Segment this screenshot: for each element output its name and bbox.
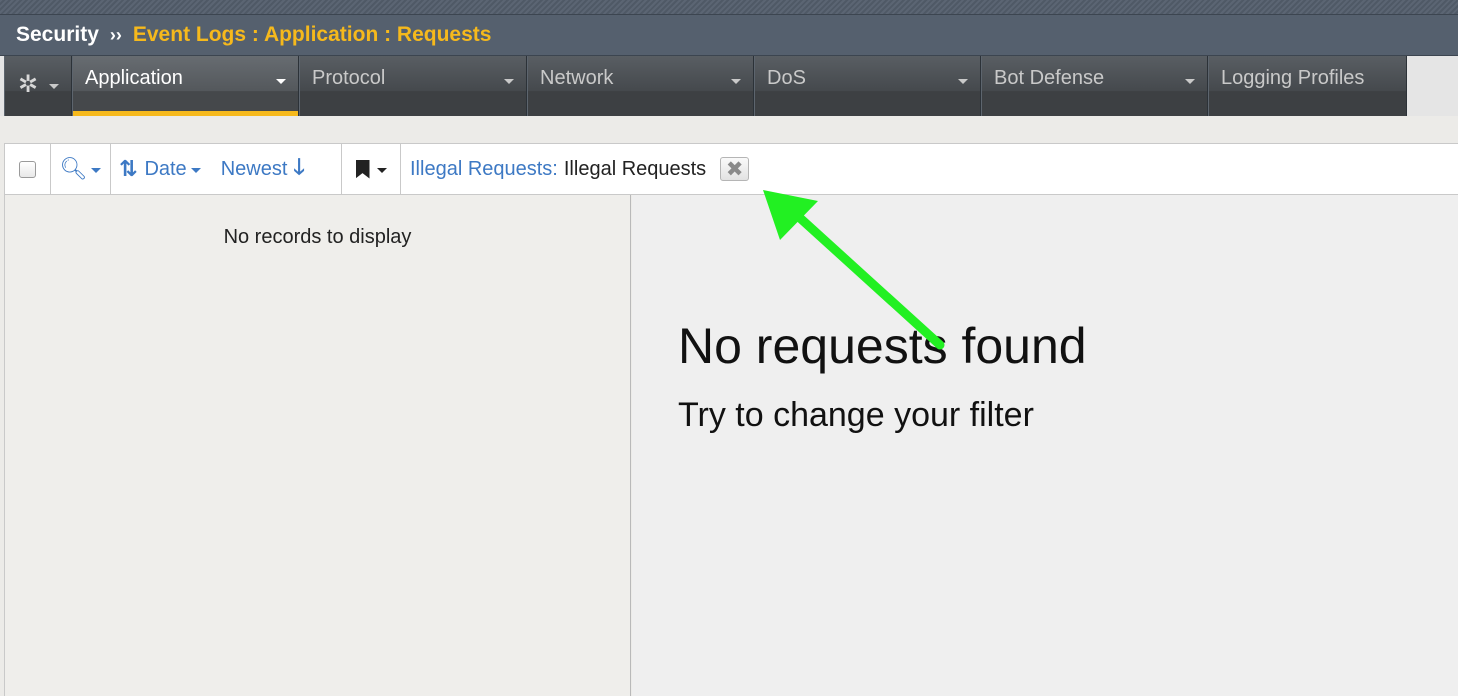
top-strip: [0, 0, 1458, 14]
chevron-down-icon: [376, 168, 387, 173]
chevron-down-icon: [1185, 79, 1195, 84]
active-filter: Illegal Requests: Illegal Requests ✖: [401, 144, 750, 194]
chevron-down-icon: [958, 79, 968, 84]
tab-network[interactable]: Network: [527, 56, 754, 116]
breadcrumb: Security ›› Event Logs : Application : R…: [0, 14, 1458, 56]
breadcrumb-current: Event Logs : Application : Requests: [132, 23, 492, 46]
tab-label: DoS: [767, 67, 806, 89]
chevron-down-icon: [91, 168, 102, 173]
tab-application[interactable]: Application: [72, 56, 299, 116]
tab-bar: ✲ Application Protocol Network DoS Bot D…: [0, 56, 1458, 116]
arrow-down-icon[interactable]: 🡓: [293, 150, 304, 188]
tab-bot-defense[interactable]: Bot Defense: [981, 56, 1208, 116]
request-details: No requests found Try to change your fil…: [632, 195, 1458, 696]
chevron-down-icon: [49, 84, 59, 89]
select-all-checkbox[interactable]: [19, 160, 36, 178]
tab-dos[interactable]: DoS: [754, 56, 981, 116]
search-button[interactable]: 🔍︎: [51, 144, 111, 194]
breadcrumb-root[interactable]: Security: [16, 23, 99, 47]
select-all-cell: [5, 144, 51, 194]
filter-value: Illegal Requests: [563, 157, 707, 180]
close-icon[interactable]: ✖: [720, 157, 750, 181]
empty-state-title: No requests found: [678, 318, 1087, 374]
bookmark-icon: [355, 159, 370, 179]
toolbar: 🔍︎ ⇅ Date Newest 🡓 Illegal Requests: Ill…: [4, 143, 1458, 195]
tab-logging-profiles[interactable]: Logging Profiles: [1208, 56, 1407, 116]
tab-settings-menu[interactable]: ✲: [4, 56, 72, 116]
search-icon: 🔍︎: [59, 156, 88, 181]
gear-icon: ✲: [18, 71, 39, 98]
tab-label: Protocol: [312, 67, 386, 89]
sort-icon: ⇅: [119, 156, 138, 181]
tab-label: Network: [540, 67, 614, 89]
sort-order-button[interactable]: Newest: [221, 158, 288, 181]
filter-key[interactable]: Illegal Requests:: [410, 158, 558, 181]
tab-label: Application: [85, 67, 183, 89]
chevron-down-icon: [731, 79, 741, 84]
tab-label: Logging Profiles: [1221, 67, 1365, 89]
breadcrumb-separator: ››: [109, 24, 122, 45]
sort-controls: ⇅ Date Newest 🡓: [111, 144, 342, 194]
bookmark-button[interactable]: [342, 144, 401, 194]
chevron-down-icon: [276, 79, 286, 84]
empty-list-message: No records to display: [223, 226, 412, 248]
tab-label: Bot Defense: [994, 67, 1105, 89]
tab-protocol[interactable]: Protocol: [299, 56, 527, 116]
empty-state-hint: Try to change your filter: [678, 396, 1034, 434]
chevron-down-icon: [504, 79, 514, 84]
request-list: No records to display: [4, 195, 631, 696]
sort-field-dropdown[interactable]: Date: [144, 158, 186, 181]
chevron-down-icon: [190, 168, 201, 173]
